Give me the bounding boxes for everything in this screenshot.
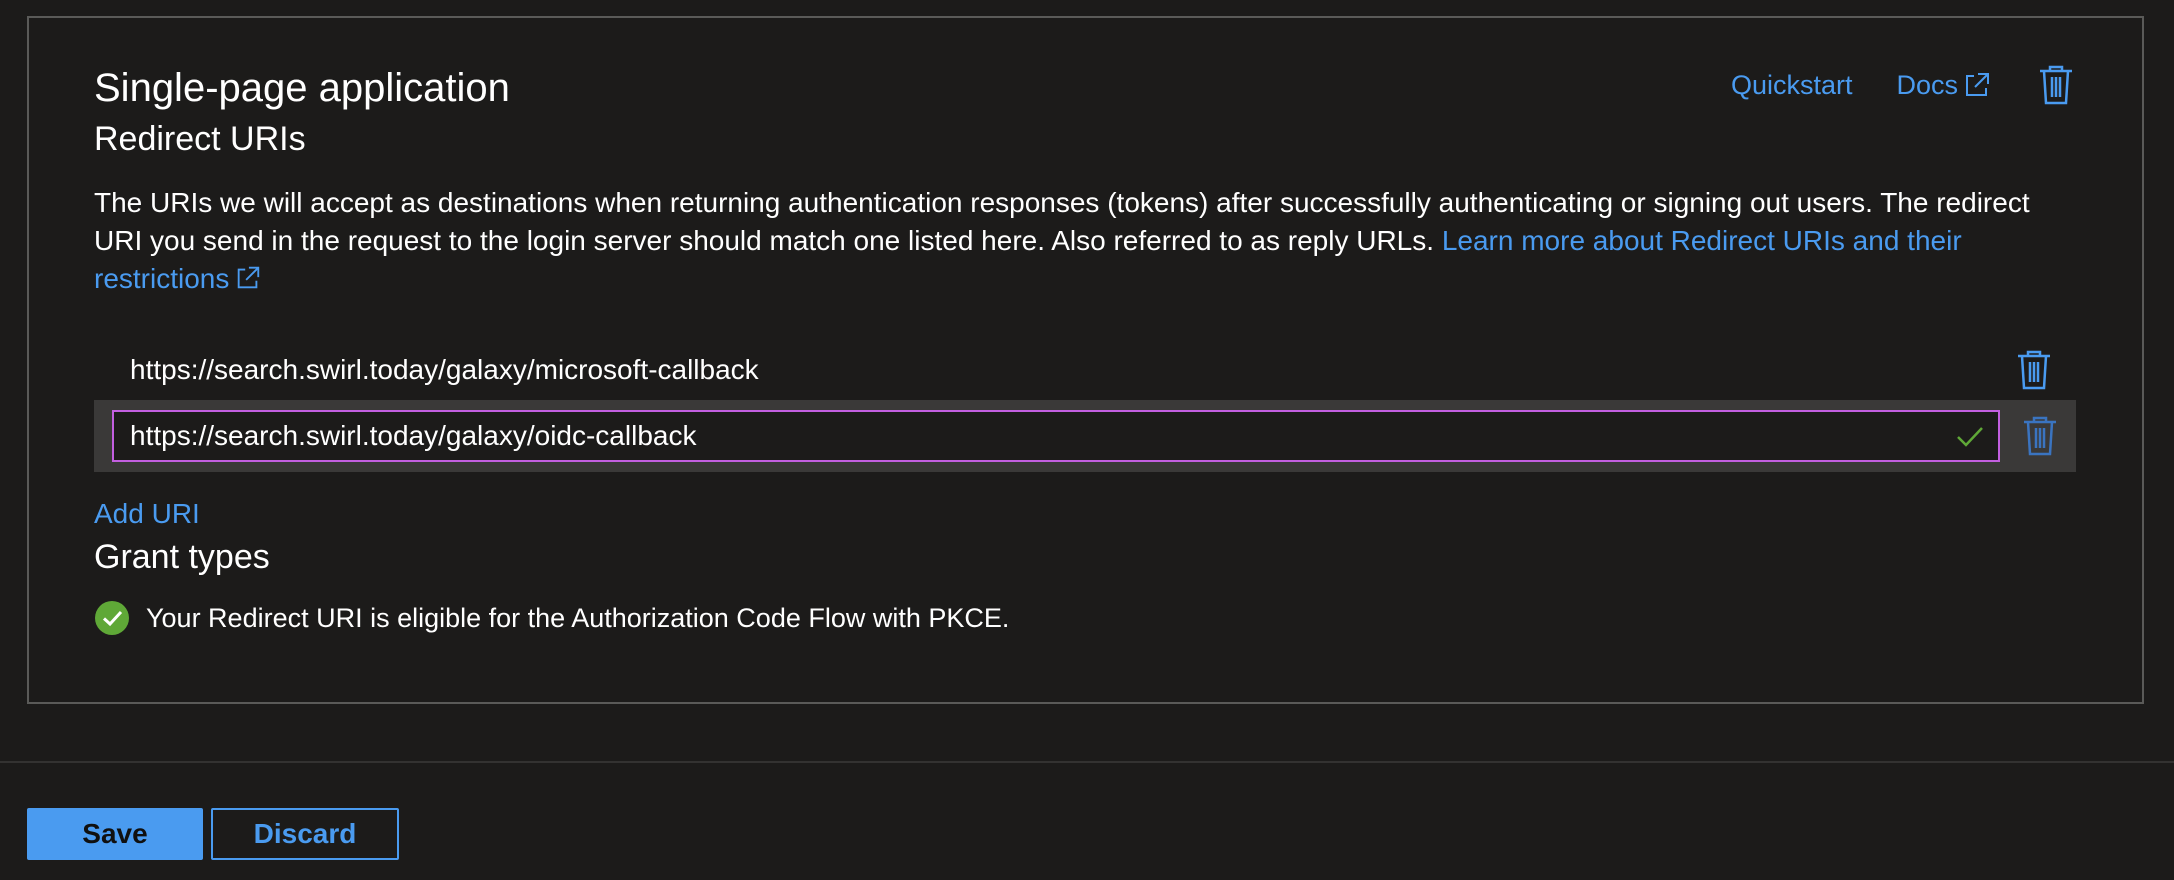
delete-uri-trash-icon[interactable] xyxy=(2020,415,2060,457)
grant-types-status-text: Your Redirect URI is eligible for the Au… xyxy=(146,602,1010,633)
check-icon xyxy=(1957,427,1983,447)
add-uri-link[interactable]: Add URI xyxy=(94,498,200,530)
redirect-uri-input-wrapper xyxy=(112,410,2000,462)
redirect-uris-heading: Redirect URIs xyxy=(94,120,306,158)
footer-divider xyxy=(0,761,2174,763)
card-actions: Quickstart Docs xyxy=(1731,64,2076,106)
success-check-icon xyxy=(95,601,129,635)
docs-link[interactable]: Docs xyxy=(1896,70,1992,101)
grant-types-status: Your Redirect URI is eligible for the Au… xyxy=(94,600,1009,636)
grant-types-heading: Grant types xyxy=(94,538,270,576)
quickstart-link[interactable]: Quickstart xyxy=(1731,70,1853,101)
delete-platform-trash-icon[interactable] xyxy=(2036,64,2076,106)
delete-uri-trash-icon[interactable] xyxy=(2014,349,2054,391)
discard-button[interactable]: Discard xyxy=(211,808,399,860)
docs-link-label: Docs xyxy=(1896,69,1958,100)
redirect-uri-value[interactable]: https://search.swirl.today/galaxy/micros… xyxy=(130,354,2014,386)
redirect-uris-description: The URIs we will accept as destinations … xyxy=(94,184,2074,298)
redirect-uri-input[interactable] xyxy=(114,420,1954,452)
page-title: Single-page application xyxy=(94,66,510,110)
redirect-uri-row[interactable]: https://search.swirl.today/galaxy/micros… xyxy=(94,340,2074,400)
save-button[interactable]: Save xyxy=(27,808,203,860)
redirect-uri-row-editing xyxy=(94,400,2076,472)
external-link-icon xyxy=(238,266,260,289)
external-link-icon xyxy=(1966,73,1989,96)
